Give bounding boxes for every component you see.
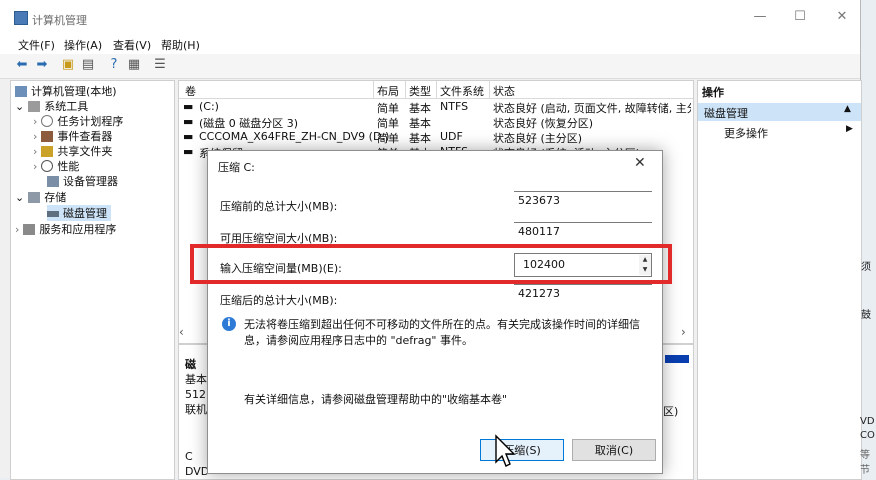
services-icon [23, 224, 36, 235]
background-text: 等节 [860, 450, 870, 476]
table-row[interactable]: ▬ (磁盘 0 磁盘分区 3) 简单 基本 状态良好 (恢复分区) [179, 115, 693, 130]
tree-item-computer-management[interactable]: 计算机管理(本地) [15, 83, 117, 99]
shrink-dialog: 压缩 C: ✕ 压缩前的总计大小(MB): 523673 可用压缩空间大小(MB… [207, 150, 663, 474]
column-divider[interactable] [489, 81, 490, 98]
computer-icon [15, 86, 27, 97]
chevron-down-icon[interactable]: ⌄ [15, 191, 24, 204]
background-text: 须 [861, 262, 871, 273]
title-bar: 计算机管理 — ☐ ✕ [0, 0, 860, 34]
close-window-button[interactable]: ✕ [824, 6, 860, 28]
menu-file[interactable]: 文件(F) [18, 37, 55, 53]
minimize-button[interactable]: — [742, 6, 778, 28]
back-arrow-icon[interactable]: ⬅ [14, 57, 30, 73]
app-icon [14, 11, 28, 25]
clock-icon [41, 115, 54, 127]
column-divider[interactable] [405, 81, 406, 98]
shared-folder-icon [41, 146, 54, 157]
maximize-button[interactable]: ☐ [782, 6, 818, 28]
chevron-right-icon[interactable]: › [33, 130, 37, 143]
tree-item-storage[interactable]: ⌄ 存储 [15, 189, 66, 205]
help-icon[interactable]: ? [106, 57, 122, 73]
tree-item-system-tools[interactable]: ⌄ 系统工具 [15, 98, 88, 114]
available-shrink-value: 480117 [514, 222, 652, 244]
close-icon[interactable]: ✕ [634, 155, 646, 171]
drive-icon: ▬ [183, 115, 194, 128]
tree-item-shared-folders[interactable]: › 共享文件夹 [33, 143, 112, 159]
window-title: 计算机管理 [32, 14, 87, 27]
actions-header: 操作 [702, 86, 724, 99]
disk-icon [47, 211, 59, 217]
forward-arrow-icon[interactable]: ➡ [34, 57, 50, 73]
dvd-drive-info[interactable]: C DVD [185, 449, 209, 479]
scroll-right-arrow-icon[interactable]: › [681, 325, 686, 339]
device-manager-icon [47, 176, 59, 187]
scroll-left-arrow-icon[interactable]: ‹ [179, 325, 184, 339]
tree-item-services-apps[interactable]: › 服务和应用程序 [15, 221, 116, 237]
chevron-down-icon[interactable]: ⌄ [15, 100, 24, 113]
show-hide-tree-icon[interactable]: ▤ [80, 57, 96, 73]
tools-icon [28, 101, 41, 112]
column-divider[interactable] [373, 81, 374, 98]
background-text: VD [860, 416, 875, 427]
column-header-status[interactable]: 状态 [493, 83, 515, 99]
help-message: 有关详细信息，请参阅磁盘管理帮助中的"收缩基本卷" [244, 393, 508, 406]
properties-icon[interactable]: ▦ [126, 57, 142, 73]
background-text: 鼓 [861, 310, 871, 321]
volume-list-header: 卷 布局 类型 文件系统 状态 [179, 81, 693, 99]
storage-icon [28, 192, 41, 203]
background-text: CO [860, 430, 875, 441]
performance-icon [41, 160, 54, 172]
chevron-right-icon[interactable]: › [33, 145, 37, 158]
chevron-right-icon[interactable]: › [33, 115, 37, 128]
actions-section-disk-management[interactable]: 磁盘管理 ▲ [698, 103, 861, 121]
column-divider[interactable] [436, 81, 437, 98]
label-total-before: 压缩前的总计大小(MB): [220, 200, 338, 213]
chevron-right-icon[interactable]: › [33, 160, 37, 173]
partition-bar[interactable] [665, 355, 689, 363]
drive-icon: ▬ [183, 145, 194, 158]
column-header-volume[interactable]: 卷 [185, 83, 196, 99]
total-before-value: 523673 [514, 191, 652, 213]
chevron-right-icon[interactable]: › [15, 223, 19, 236]
shrink-button[interactable]: 压缩(S) [480, 439, 564, 461]
menu-bar: 文件(F) 操作(A) 查看(V) 帮助(H) [0, 34, 860, 54]
drive-icon: ▬ [183, 100, 194, 113]
tree-item-task-scheduler[interactable]: › 任务计划程序 [33, 113, 123, 129]
list-view-icon[interactable]: ☰ [152, 57, 168, 73]
action-more-actions[interactable]: 更多操作 [724, 125, 768, 141]
menu-help[interactable]: 帮助(H) [161, 37, 200, 53]
tree-item-device-manager[interactable]: 设备管理器 [47, 173, 118, 189]
label-total-after: 压缩后的总计大小(MB): [220, 294, 338, 307]
info-icon: i [222, 317, 236, 331]
optical-drive-icon: ▬ [183, 130, 194, 143]
highlight-box [190, 244, 672, 284]
collapse-arrow-icon[interactable]: ▲ [844, 104, 851, 114]
submenu-arrow-icon: ▶ [846, 124, 853, 134]
tree-item-performance[interactable]: › 性能 [33, 158, 79, 174]
toolbar: ⬅ ➡ ▣ ▤ ? ▦ ☰ [0, 54, 860, 79]
navigation-tree: 计算机管理(本地) ⌄ 系统工具 › 任务计划程序 › 事件查看器 › 共享文件夹 › 性… [10, 80, 175, 480]
column-header-layout[interactable]: 布局 [377, 83, 399, 99]
event-viewer-icon [41, 131, 54, 142]
up-folder-icon[interactable]: ▣ [60, 57, 76, 73]
menu-view[interactable]: 查看(V) [113, 37, 151, 53]
table-row[interactable]: ▬ CCCOMA_X64FRE_ZH-CN_DV9 (D:) 简单 基本 UDF… [179, 130, 693, 145]
tree-item-event-viewer[interactable]: › 事件查看器 [33, 128, 112, 144]
dialog-title: 压缩 C: [218, 161, 255, 174]
actions-pane: 操作 磁盘管理 ▲ 更多操作 ▶ [697, 80, 862, 480]
cancel-button[interactable]: 取消(C) [572, 439, 656, 461]
column-header-type[interactable]: 类型 [409, 83, 431, 99]
disk-0-info[interactable]: 磁 基本 512. 联机 [185, 357, 210, 417]
table-row[interactable]: ▬ (C:) 简单 基本 NTFS 状态良好 (启动, 页面文件, 故障转储, … [179, 100, 693, 115]
column-header-filesystem[interactable]: 文件系统 [440, 83, 484, 99]
tree-item-disk-management[interactable]: 磁盘管理 [47, 205, 111, 221]
total-after-value: 421273 [514, 284, 652, 306]
mouse-cursor-icon [495, 434, 516, 467]
info-message: 无法将卷压缩到超出任何不可移动的文件所在的点。有关完成该操作时间的详细信息，请参… [244, 318, 640, 347]
partition-label: 区) [663, 405, 679, 418]
menu-action[interactable]: 操作(A) [64, 37, 102, 53]
